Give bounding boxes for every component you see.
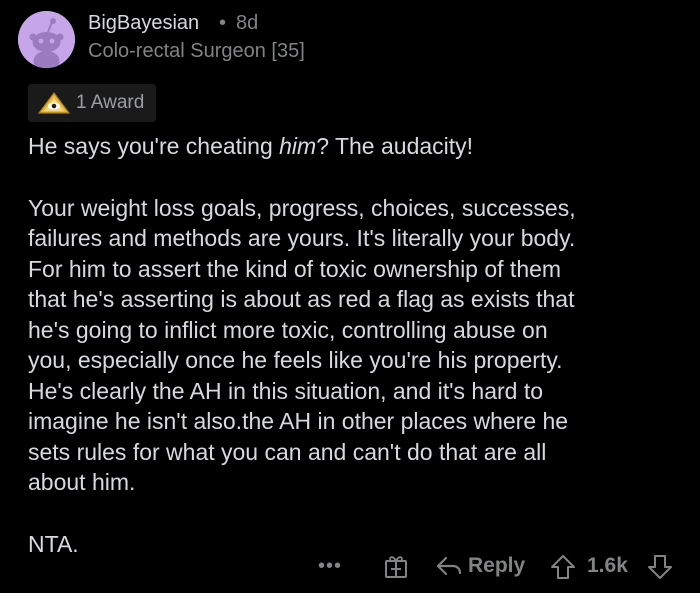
vote-score: 1.6k: [587, 554, 628, 577]
user-flair: Colo-rectal Surgeon [35]: [88, 40, 305, 62]
reply-icon: [436, 556, 462, 576]
award-icon: [38, 92, 70, 114]
upvote-icon[interactable]: [550, 554, 576, 580]
reply-button[interactable]: Reply: [435, 546, 525, 586]
award-label: 1 Award: [76, 92, 145, 113]
gift-icon[interactable]: [384, 553, 408, 579]
comment-paragraph: He says you're cheating him? The audacit…: [28, 131, 678, 162]
reply-label: Reply: [468, 554, 526, 577]
meta-separator: •: [219, 12, 227, 34]
comment-age: 8d: [236, 12, 259, 34]
comment: BigBayesian • 8d Colo-rectal Surgeon [35…: [0, 0, 700, 593]
award-badge[interactable]: 1 Award: [28, 84, 157, 122]
paragraph-text: He says you're cheating: [28, 133, 280, 159]
downvote-icon[interactable]: [647, 554, 673, 580]
comment-author[interactable]: BigBayesian: [88, 12, 199, 35]
comment-actions: ••• Reply 1.6k: [0, 546, 700, 586]
emphasized-text: him: [279, 133, 317, 159]
paragraph-text: ? The audacity!: [316, 133, 474, 159]
more-options-button[interactable]: •••: [315, 546, 345, 586]
avatar[interactable]: [18, 11, 75, 68]
comment-paragraph: Your weight loss goals, progress, choice…: [28, 194, 576, 496]
snoo-avatar-icon: [18, 11, 75, 68]
comment-body: He says you're cheating him? The audacit…: [28, 131, 678, 559]
